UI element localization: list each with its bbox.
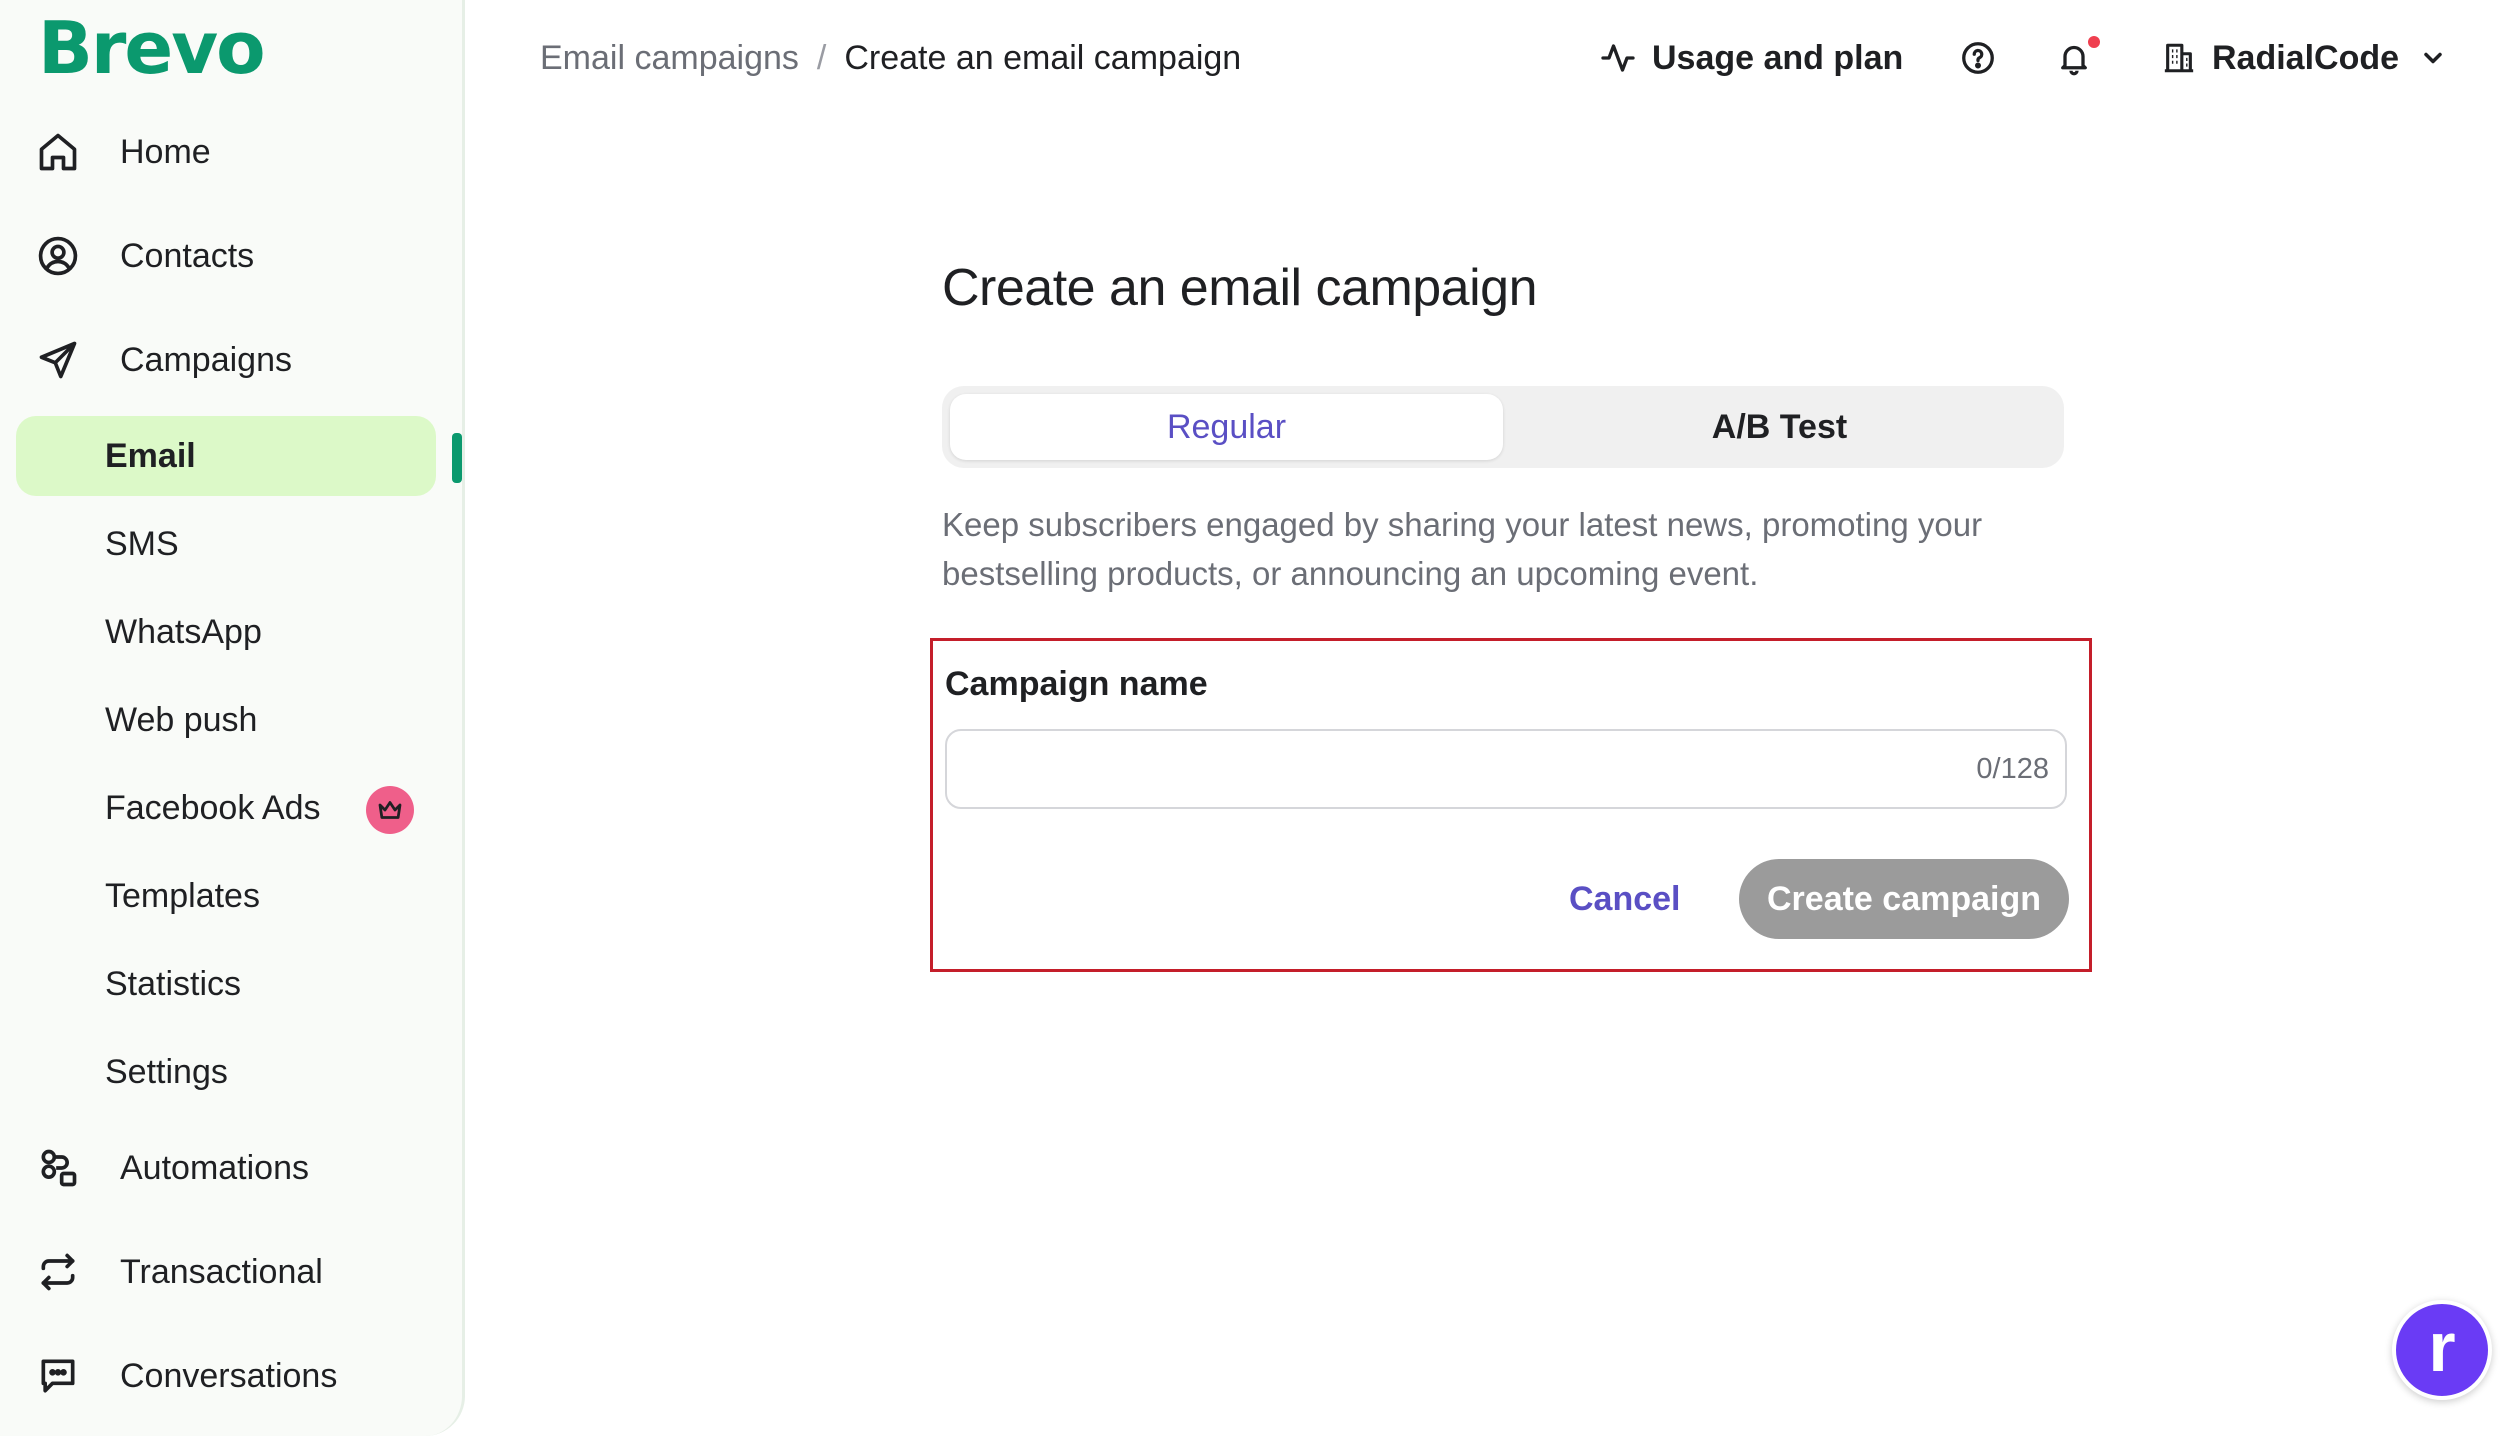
- crown-icon: [366, 786, 414, 834]
- campaign-name-form: Campaign name 0/128 Cancel Create campai…: [930, 638, 2092, 972]
- sidebar-subitem-settings[interactable]: Settings: [16, 1032, 436, 1112]
- sidebar-subitem-sms[interactable]: SMS: [16, 504, 436, 584]
- character-counter: 0/128: [1976, 752, 2049, 785]
- notifications-button[interactable]: [2056, 30, 2100, 86]
- campaign-name-input[interactable]: [947, 731, 2065, 807]
- sidebar-item-label: Home: [120, 132, 211, 171]
- breadcrumb: Email campaigns / Create an email campai…: [540, 30, 1241, 86]
- activity-icon: [1601, 44, 1635, 72]
- campaign-type-tabs: Regular A/B Test: [942, 386, 2064, 468]
- sidebar: Brevo Home Contacts Campaigns Email SMS …: [0, 0, 465, 1436]
- sidebar-item-conversations[interactable]: Conversations: [16, 1336, 436, 1416]
- bell-icon: [2061, 45, 2087, 76]
- account-menu[interactable]: RadialCode: [2162, 30, 2447, 86]
- building-icon: [2164, 43, 2194, 73]
- brevo-logo[interactable]: Brevo: [38, 6, 266, 90]
- sidebar-item-label: Conversations: [120, 1356, 338, 1395]
- assistant-launcher-button[interactable]: r: [2392, 1300, 2492, 1400]
- sidebar-item-campaigns[interactable]: Campaigns: [16, 320, 436, 400]
- campaign-name-label: Campaign name: [945, 665, 1208, 703]
- sidebar-item-label: Transactional: [120, 1252, 323, 1291]
- active-indicator: [452, 433, 462, 483]
- breadcrumb-separator: /: [816, 38, 827, 77]
- breadcrumb-link-email-campaigns[interactable]: Email campaigns: [540, 39, 799, 78]
- usage-label: Usage and plan: [1652, 38, 1904, 77]
- sidebar-subitem-email[interactable]: Email: [16, 416, 436, 496]
- conversations-icon: [36, 1354, 80, 1398]
- campaign-type-description: Keep subscribers engaged by sharing your…: [942, 506, 1983, 592]
- sidebar-item-transactional[interactable]: Transactional: [16, 1232, 436, 1312]
- chevron-down-icon: [2424, 52, 2442, 64]
- home-icon: [36, 130, 80, 174]
- account-name: RadialCode: [2212, 38, 2400, 77]
- contacts-icon: [36, 234, 80, 278]
- help-icon: [1962, 42, 1994, 74]
- sidebar-item-contacts[interactable]: Contacts: [16, 216, 436, 296]
- help-button[interactable]: [1960, 30, 2000, 86]
- create-campaign-button[interactable]: Create campaign: [1739, 859, 2069, 939]
- sidebar-item-label: Campaigns: [120, 340, 292, 379]
- sidebar-item-label: Contacts: [120, 236, 255, 275]
- transactional-icon: [36, 1250, 80, 1294]
- send-icon: [36, 338, 80, 382]
- cancel-button[interactable]: Cancel: [1545, 859, 1705, 939]
- usage-and-plan-button[interactable]: Usage and plan: [1600, 30, 1903, 86]
- sidebar-item-home[interactable]: Home: [16, 112, 436, 192]
- page-title: Create an email campaign: [942, 259, 1538, 317]
- sidebar-subitem-whatsapp[interactable]: WhatsApp: [16, 592, 436, 672]
- sidebar-item-label: Automations: [120, 1148, 309, 1187]
- sidebar-item-automations[interactable]: Automations: [16, 1128, 436, 1208]
- automations-icon: [36, 1146, 80, 1190]
- campaign-name-field: 0/128: [945, 729, 2067, 809]
- breadcrumb-current: Create an email campaign: [844, 38, 1242, 77]
- assistant-logo-icon: r: [2428, 1308, 2456, 1386]
- tab-ab-test[interactable]: A/B Test: [1503, 394, 2056, 460]
- sidebar-subitem-templates[interactable]: Templates: [16, 856, 436, 936]
- sidebar-subitem-web-push[interactable]: Web push: [16, 680, 436, 760]
- tab-regular[interactable]: Regular: [950, 394, 1503, 460]
- notification-dot: [2088, 36, 2100, 48]
- sidebar-subitem-statistics[interactable]: Statistics: [16, 944, 436, 1024]
